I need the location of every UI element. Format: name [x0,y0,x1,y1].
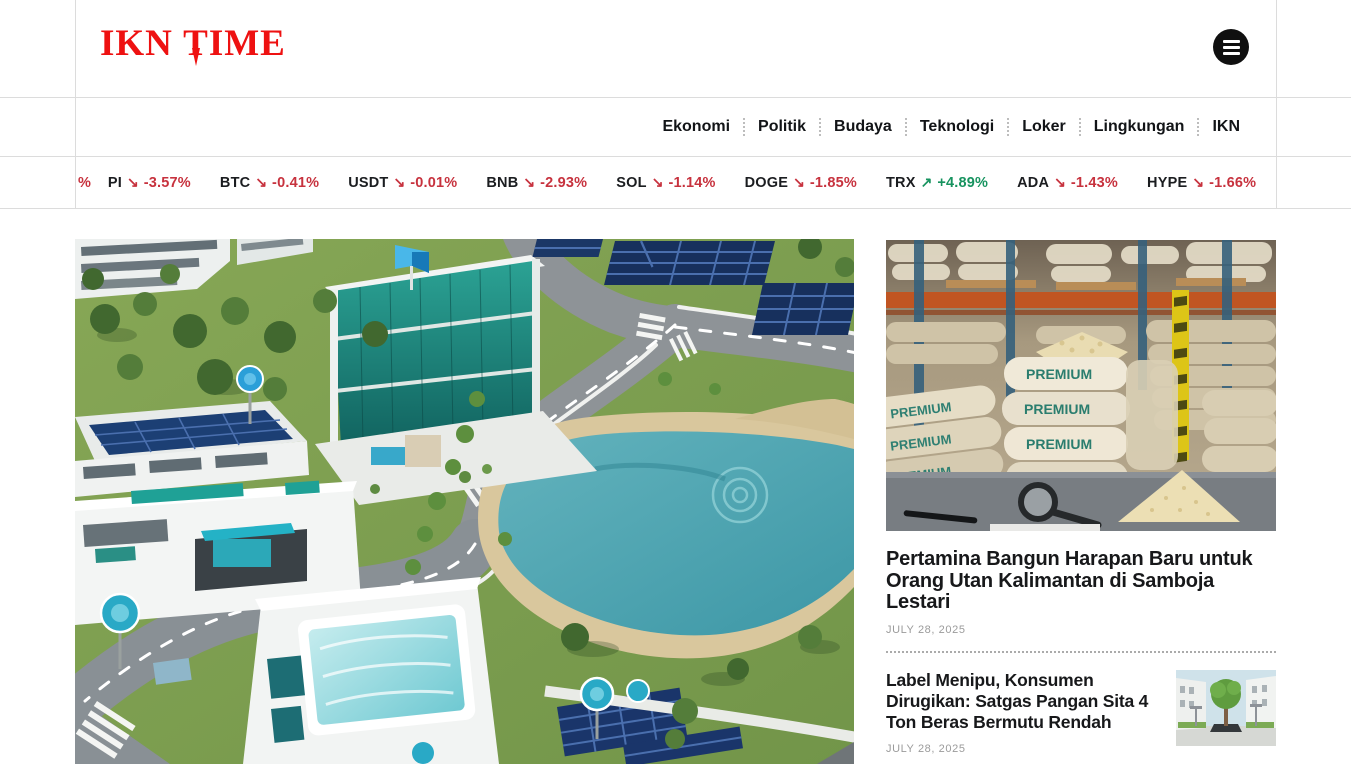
ticker-item-trx[interactable]: TRX↗+4.89% [886,174,988,191]
eco-city-illustration [75,239,854,764]
trend-down-icon: ↘ [393,174,405,191]
article-2-thumbnail[interactable] [1176,670,1276,746]
hamburger-icon [1223,40,1240,43]
ticker-divider [0,208,1351,209]
nav-item-budaya[interactable]: Budaya [819,118,892,136]
hero-article-image[interactable] [75,239,854,764]
content-right-border [1276,0,1277,209]
ticker-track[interactable]: % PI↘-3.57% BTC↘-0.41% USDT↘-0.01% BNB↘-… [78,157,1276,208]
trend-down-icon: ↘ [793,174,805,191]
trend-down-icon: ↘ [255,174,267,191]
site-logo[interactable]: IKN TIME [100,22,286,65]
site-header: IKN TIME [0,0,1351,97]
nav-item-ikn[interactable]: IKN [1197,118,1240,136]
trend-down-icon: ↘ [1054,174,1066,191]
trend-down-icon: ↘ [523,174,535,191]
ticker-item-ada[interactable]: ADA↘-1.43% [1017,174,1118,191]
trend-up-icon: ↗ [921,174,933,191]
logo-text: IME [209,23,286,64]
content-left-border [75,0,76,209]
ticker-item-sol[interactable]: SOL↘-1.14% [616,174,715,191]
nav-item-politik[interactable]: Politik [743,118,806,136]
logo-t-glyph: T [183,22,209,65]
bag-label: PREMIUM [1026,366,1092,382]
article-1-image[interactable]: PREMIUM PREMIUM PREMIUM PRE [886,240,1276,531]
sidebar: PREMIUM PREMIUM PREMIUM PRE [886,240,1276,764]
nav-item-loker[interactable]: Loker [1007,118,1066,136]
article-2-title[interactable]: Label Menipu, Konsumen Dirugikan: Satgas… [886,670,1160,733]
ticker-item-usdt[interactable]: USDT↘-0.01% [348,174,457,191]
page: IKN TIME Ekonomi Politik Budaya Teknolog… [0,0,1351,764]
bag-label: PREMIUM [1026,436,1092,452]
main-nav: Ekonomi Politik Budaya Teknologi Loker L… [0,98,1351,156]
ticker-item-bnb[interactable]: BNB↘-2.93% [486,174,587,191]
article-2-date: JULY 28, 2025 [886,743,1160,755]
ticker-item-pi[interactable]: PI↘-3.57% [108,174,191,191]
ticker-viewport: % PI↘-3.57% BTC↘-0.41% USDT↘-0.01% BNB↘-… [0,157,1276,208]
hamburger-icon [1223,52,1240,55]
trend-down-icon: ↘ [1192,174,1204,191]
plaza-tree-photo [1176,670,1276,746]
bag-label: PREMIUM [1024,401,1090,417]
nav-item-ekonomi[interactable]: Ekonomi [662,118,730,136]
crypto-ticker: % PI↘-3.57% BTC↘-0.41% USDT↘-0.01% BNB↘-… [0,157,1351,208]
article-1-date: JULY 28, 2025 [886,624,1276,636]
sidebar-divider [886,651,1276,653]
nav-item-lingkungan[interactable]: Lingkungan [1079,118,1185,136]
ticker-item-doge[interactable]: DOGE↘-1.85% [745,174,857,191]
ticker-item-hype[interactable]: HYPE↘-1.66% [1147,174,1256,191]
nav-item-teknologi[interactable]: Teknologi [905,118,994,136]
trend-down-icon: ↘ [127,174,139,191]
article-1-title[interactable]: Pertamina Bangun Harapan Baru untuk Oran… [886,549,1276,614]
hamburger-icon [1223,46,1240,49]
rice-warehouse-photo: PREMIUM PREMIUM PREMIUM PRE [886,240,1276,531]
ticker-clipped-item: % [78,175,91,191]
trend-down-icon: ↘ [652,174,664,191]
logo-text: IKN [100,23,183,64]
article-2: Label Menipu, Konsumen Dirugikan: Satgas… [886,670,1276,755]
ticker-item-btc[interactable]: BTC↘-0.41% [220,174,319,191]
menu-button[interactable] [1213,29,1249,65]
